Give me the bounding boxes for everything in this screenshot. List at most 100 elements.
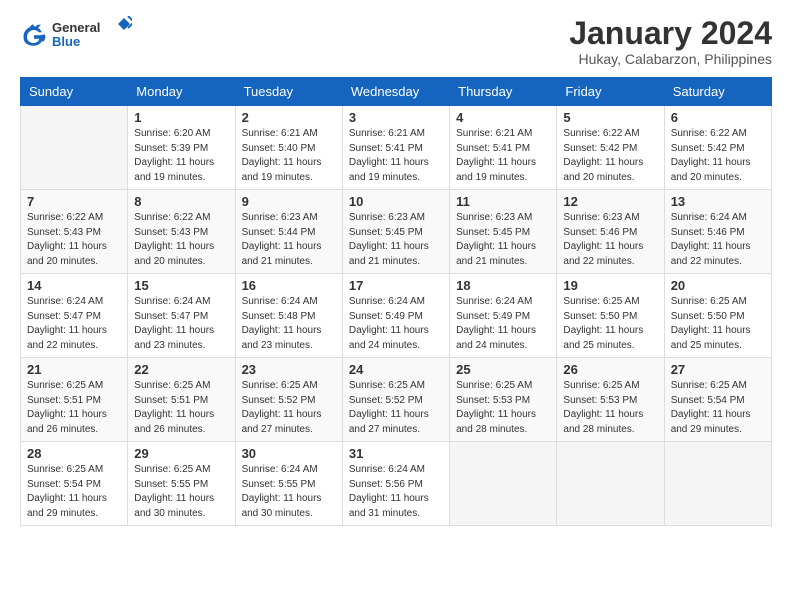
cell-info: Sunrise: 6:23 AMSunset: 5:45 PMDaylight:… [349, 211, 443, 269]
cell-info: Sunrise: 6:22 AMSunset: 5:43 PMDaylight:… [134, 211, 228, 269]
calendar-cell: 16 Sunrise: 6:24 AMSunset: 5:48 PMDayligh… [235, 274, 342, 358]
cell-info: Sunrise: 6:21 AMSunset: 5:41 PMDaylight:… [349, 127, 443, 185]
calendar-cell: 20 Sunrise: 6:25 AMSunset: 5:50 PMDayligh… [664, 274, 771, 358]
calendar-cell: 5Sunrise: 6:22 AMSunset: 5:42 PMDaylight… [557, 106, 664, 190]
cell-info: Sunrise: 6:24 AMSunset: 5:49 PMDaylight:… [349, 295, 443, 353]
cell-info: Sunrise: 6:22 AMSunset: 5:43 PMDaylight:… [27, 211, 121, 269]
calendar-cell: 15Sunrise: 6:24 AMSunset: 5:47 PMDayligh… [128, 274, 235, 358]
calendar-cell: 17 Sunrise: 6:24 AMSunset: 5:49 PMDayligh… [342, 274, 449, 358]
calendar-cell: 10 Sunrise: 6:23 AMSunset: 5:45 PMDayligh… [342, 190, 449, 274]
day-header-tuesday: Tuesday [235, 78, 342, 106]
day-number: 9 [242, 194, 336, 209]
cell-info: Sunrise: 6:25 AMSunset: 5:51 PMDaylight:… [27, 379, 121, 437]
calendar-cell: 19 Sunrise: 6:25 AMSunset: 5:50 PMDayligh… [557, 274, 664, 358]
cell-info: Sunrise: 6:23 AMSunset: 5:45 PMDaylight:… [456, 211, 550, 269]
day-number: 13 [671, 194, 765, 209]
logo-icon [20, 23, 48, 51]
calendar-cell: 29Sunrise: 6:25 AMSunset: 5:55 PMDayligh… [128, 442, 235, 526]
cell-info: Sunrise: 6:25 AMSunset: 5:54 PMDaylight:… [671, 379, 765, 437]
cell-info: Sunrise: 6:21 AMSunset: 5:40 PMDaylight:… [242, 127, 336, 185]
svg-text:Blue: Blue [52, 34, 80, 49]
day-header-sunday: Sunday [21, 78, 128, 106]
calendar-cell: 9 Sunrise: 6:23 AMSunset: 5:44 PMDaylight… [235, 190, 342, 274]
calendar-cell [21, 106, 128, 190]
logo: General Blue [20, 16, 132, 57]
week-row-2: 7 Sunrise: 6:22 AMSunset: 5:43 PMDaylight… [21, 190, 772, 274]
calendar-cell [664, 442, 771, 526]
svg-text:General: General [52, 20, 100, 35]
cell-info: Sunrise: 6:24 AMSunset: 5:48 PMDaylight:… [242, 295, 336, 353]
logo-text: General Blue [52, 16, 132, 57]
day-number: 17 [349, 278, 443, 293]
day-header-saturday: Saturday [664, 78, 771, 106]
calendar-cell: 12Sunrise: 6:23 AMSunset: 5:46 PMDayligh… [557, 190, 664, 274]
day-number: 24 [349, 362, 443, 377]
location: Hukay, Calabarzon, Philippines [569, 51, 772, 67]
day-number: 23 [242, 362, 336, 377]
cell-info: Sunrise: 6:23 AMSunset: 5:46 PMDaylight:… [563, 211, 657, 269]
calendar-cell: 22Sunrise: 6:25 AMSunset: 5:51 PMDayligh… [128, 358, 235, 442]
calendar-cell: 11Sunrise: 6:23 AMSunset: 5:45 PMDayligh… [450, 190, 557, 274]
cell-info: Sunrise: 6:21 AMSunset: 5:41 PMDaylight:… [456, 127, 550, 185]
calendar-cell: 13 Sunrise: 6:24 AMSunset: 5:46 PMDayligh… [664, 190, 771, 274]
day-number: 3 [349, 110, 443, 125]
cell-info: Sunrise: 6:24 AMSunset: 5:56 PMDaylight:… [349, 463, 443, 521]
month-title: January 2024 [569, 16, 772, 51]
calendar-cell: 14Sunrise: 6:24 AMSunset: 5:47 PMDayligh… [21, 274, 128, 358]
cell-info: Sunrise: 6:22 AMSunset: 5:42 PMDaylight:… [563, 127, 657, 185]
cell-info: Sunrise: 6:25 AMSunset: 5:55 PMDaylight:… [134, 463, 228, 521]
calendar-table: SundayMondayTuesdayWednesdayThursdayFrid… [20, 77, 772, 526]
cell-info: Sunrise: 6:24 AMSunset: 5:47 PMDaylight:… [134, 295, 228, 353]
day-number: 30 [242, 446, 336, 461]
day-number: 21 [27, 362, 121, 377]
day-number: 20 [671, 278, 765, 293]
cell-info: Sunrise: 6:25 AMSunset: 5:54 PMDaylight:… [27, 463, 121, 521]
calendar-cell: 2 Sunrise: 6:21 AMSunset: 5:40 PMDaylight… [235, 106, 342, 190]
calendar-cell: 23 Sunrise: 6:25 AMSunset: 5:52 PMDayligh… [235, 358, 342, 442]
day-number: 16 [242, 278, 336, 293]
cell-info: Sunrise: 6:23 AMSunset: 5:44 PMDaylight:… [242, 211, 336, 269]
page: General Blue January 2024 Hukay, Calabar… [0, 0, 792, 612]
day-number: 25 [456, 362, 550, 377]
week-row-1: 1 Sunrise: 6:20 AMSunset: 5:39 PMDaylight… [21, 106, 772, 190]
day-number: 7 [27, 194, 121, 209]
week-row-5: 28 Sunrise: 6:25 AMSunset: 5:54 PMDayligh… [21, 442, 772, 526]
cell-info: Sunrise: 6:24 AMSunset: 5:46 PMDaylight:… [671, 211, 765, 269]
calendar-cell: 25 Sunrise: 6:25 AMSunset: 5:53 PMDayligh… [450, 358, 557, 442]
calendar-cell: 8Sunrise: 6:22 AMSunset: 5:43 PMDaylight… [128, 190, 235, 274]
calendar-cell: 30Sunrise: 6:24 AMSunset: 5:55 PMDayligh… [235, 442, 342, 526]
cell-info: Sunrise: 6:24 AMSunset: 5:49 PMDaylight:… [456, 295, 550, 353]
calendar-cell: 27Sunrise: 6:25 AMSunset: 5:54 PMDayligh… [664, 358, 771, 442]
title-block: January 2024 Hukay, Calabarzon, Philippi… [569, 16, 772, 67]
day-header-wednesday: Wednesday [342, 78, 449, 106]
cell-info: Sunrise: 6:25 AMSunset: 5:52 PMDaylight:… [242, 379, 336, 437]
day-number: 28 [27, 446, 121, 461]
calendar-cell [557, 442, 664, 526]
day-number: 18 [456, 278, 550, 293]
day-number: 2 [242, 110, 336, 125]
day-header-monday: Monday [128, 78, 235, 106]
calendar-cell: 1 Sunrise: 6:20 AMSunset: 5:39 PMDaylight… [128, 106, 235, 190]
calendar-cell: 18 Sunrise: 6:24 AMSunset: 5:49 PMDayligh… [450, 274, 557, 358]
cell-info: Sunrise: 6:20 AMSunset: 5:39 PMDaylight:… [134, 127, 228, 185]
day-header-friday: Friday [557, 78, 664, 106]
cell-info: Sunrise: 6:25 AMSunset: 5:50 PMDaylight:… [671, 295, 765, 353]
cell-info: Sunrise: 6:22 AMSunset: 5:42 PMDaylight:… [671, 127, 765, 185]
day-number: 10 [349, 194, 443, 209]
cell-info: Sunrise: 6:25 AMSunset: 5:52 PMDaylight:… [349, 379, 443, 437]
calendar-cell: 24 Sunrise: 6:25 AMSunset: 5:52 PMDayligh… [342, 358, 449, 442]
day-number: 6 [671, 110, 765, 125]
cell-info: Sunrise: 6:25 AMSunset: 5:50 PMDaylight:… [563, 295, 657, 353]
day-header-thursday: Thursday [450, 78, 557, 106]
calendar-cell: 7 Sunrise: 6:22 AMSunset: 5:43 PMDaylight… [21, 190, 128, 274]
calendar-header-row: SundayMondayTuesdayWednesdayThursdayFrid… [21, 78, 772, 106]
day-number: 1 [134, 110, 228, 125]
cell-info: Sunrise: 6:25 AMSunset: 5:53 PMDaylight:… [456, 379, 550, 437]
calendar-cell: 21 Sunrise: 6:25 AMSunset: 5:51 PMDayligh… [21, 358, 128, 442]
calendar-cell: 28 Sunrise: 6:25 AMSunset: 5:54 PMDayligh… [21, 442, 128, 526]
day-number: 19 [563, 278, 657, 293]
calendar-cell: 31Sunrise: 6:24 AMSunset: 5:56 PMDayligh… [342, 442, 449, 526]
cell-info: Sunrise: 6:24 AMSunset: 5:47 PMDaylight:… [27, 295, 121, 353]
day-number: 26 [563, 362, 657, 377]
week-row-4: 21 Sunrise: 6:25 AMSunset: 5:51 PMDayligh… [21, 358, 772, 442]
